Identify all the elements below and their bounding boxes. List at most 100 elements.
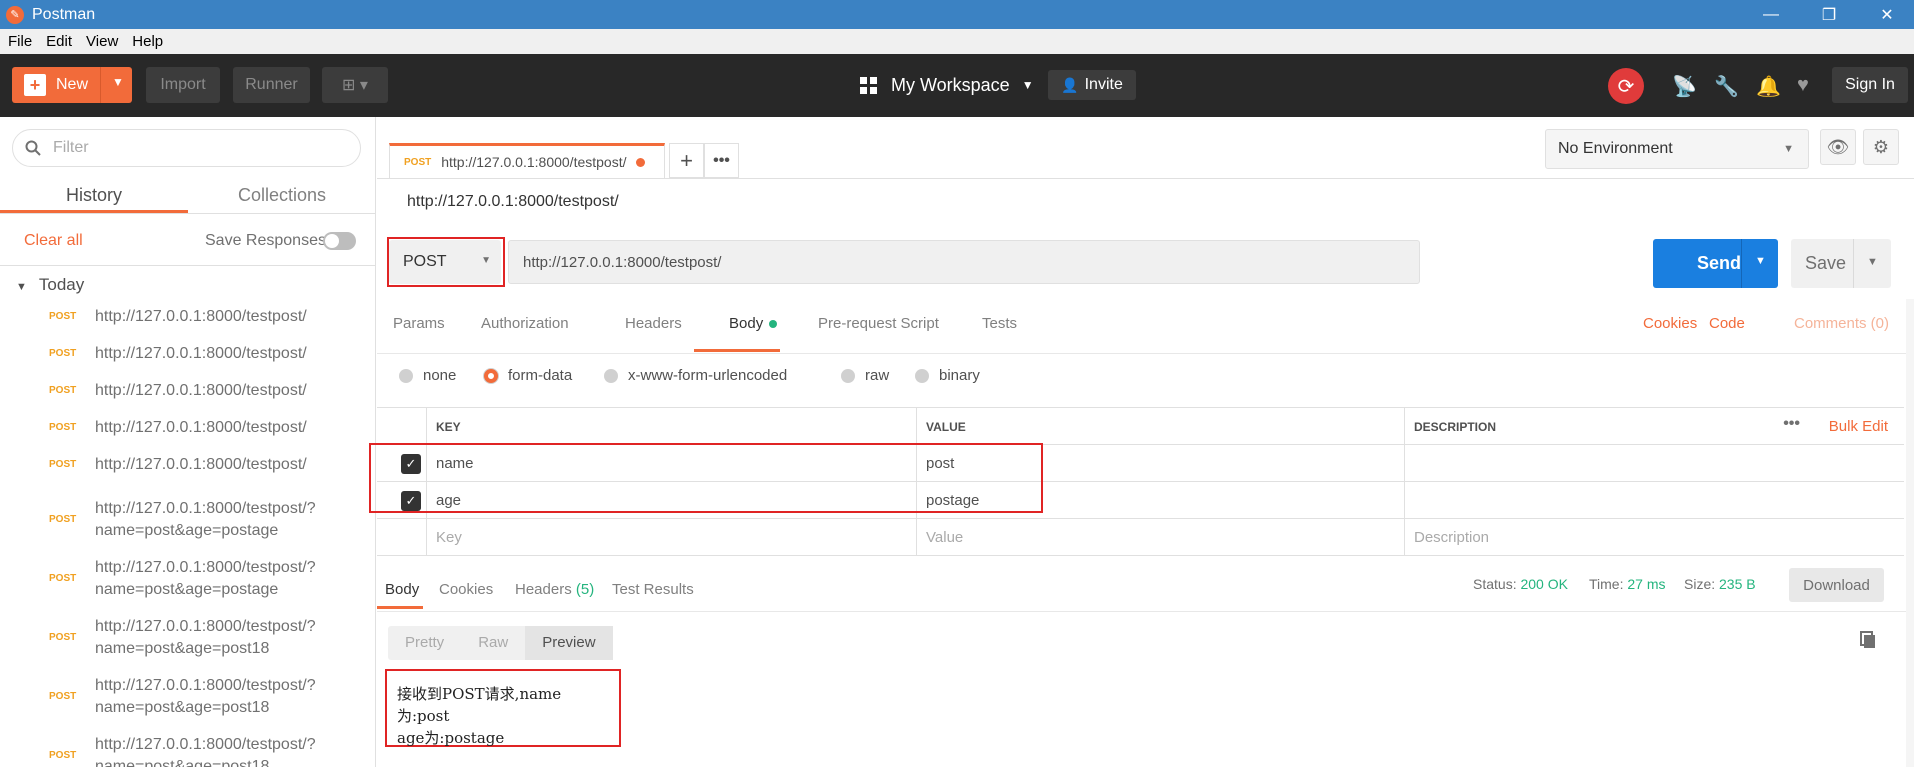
view-preview-button[interactable]: Preview	[525, 626, 613, 660]
response-text-line2: age为:postage	[397, 729, 505, 747]
cookies-link[interactable]: Cookies	[1643, 315, 1697, 332]
window-titlebar: ✎ Postman — ❐ ✕	[0, 0, 1914, 29]
new-button[interactable]: + New ▼	[12, 67, 132, 103]
active-dot-icon	[769, 320, 778, 329]
tab-response-body[interactable]: Body	[385, 581, 419, 598]
download-button[interactable]: Download	[1789, 568, 1884, 602]
postman-logo-icon: ✎	[6, 5, 24, 24]
wrench-icon[interactable]: 🔧	[1714, 74, 1739, 99]
request-title: http://127.0.0.1:8000/testpost/	[407, 193, 619, 210]
workspace-selector[interactable]: My Workspace ▼	[860, 67, 1034, 103]
table-row-new: Key Value Description	[377, 519, 1904, 556]
menu-help[interactable]: Help	[132, 33, 163, 50]
radio-x-www-form-urlencoded[interactable]: x-www-form-urlencoded	[604, 367, 787, 384]
menu-edit[interactable]: Edit	[46, 33, 72, 50]
invite-button[interactable]: 👤 Invite	[1048, 70, 1136, 100]
signin-button[interactable]: Sign In	[1832, 67, 1908, 103]
tab-tests[interactable]: Tests	[982, 315, 1017, 332]
tab-pre-request-script[interactable]: Pre-request Script	[818, 315, 939, 332]
radio-form-data[interactable]: form-data	[484, 367, 572, 384]
highlight-box-params	[369, 443, 1043, 513]
filter-input[interactable]: Filter	[12, 129, 361, 167]
bell-icon[interactable]: 🔔	[1756, 74, 1781, 99]
new-value-input[interactable]: Value	[916, 519, 1404, 556]
more-options-icon[interactable]: •••	[1783, 415, 1800, 433]
runner-button[interactable]: Runner	[233, 67, 310, 103]
chevron-down-icon: ▼	[1021, 78, 1034, 92]
tab-body[interactable]: Body	[729, 315, 778, 332]
tab-response-cookies[interactable]: Cookies	[439, 581, 493, 598]
tab-collections[interactable]: Collections	[188, 177, 375, 213]
params-table: KEY VALUE DESCRIPTION ••• Bulk Edit ✓ na…	[377, 407, 1904, 556]
add-tab-button[interactable]: +	[669, 143, 704, 178]
save-button[interactable]: Save ▼	[1791, 239, 1891, 288]
window-title: Postman	[32, 5, 96, 23]
add-user-icon: 👤	[1061, 76, 1079, 93]
copy-icon[interactable]	[1860, 631, 1876, 649]
tab-history[interactable]: History	[0, 177, 188, 213]
bulk-edit-link[interactable]: Bulk Edit	[1829, 418, 1888, 435]
menu-bar: File Edit View Help	[0, 29, 1914, 54]
view-raw-button[interactable]: Raw	[461, 626, 525, 660]
caret-down-icon: ▼	[16, 281, 27, 293]
radio-none[interactable]: none	[399, 367, 456, 384]
tab-response-headers[interactable]: Headers (5)	[515, 581, 594, 598]
new-window-button[interactable]: ⊞ ▾	[322, 67, 388, 103]
tab-test-results[interactable]: Test Results	[612, 581, 694, 598]
clear-all-link[interactable]: Clear all	[24, 232, 83, 250]
response-time: Time: 27 ms	[1589, 576, 1666, 592]
plus-icon: +	[24, 74, 46, 96]
new-key-input[interactable]: Key	[426, 519, 916, 556]
chevron-down-icon[interactable]: ▼	[112, 75, 124, 89]
environment-select[interactable]: No Environment ▼	[1545, 129, 1809, 169]
chevron-down-icon[interactable]: ▼	[1755, 255, 1766, 267]
view-mode-buttons: Pretty Raw Preview	[388, 626, 613, 660]
unsaved-dot-icon	[636, 157, 646, 167]
url-input[interactable]: http://127.0.0.1:8000/testpost/	[508, 240, 1420, 284]
satellite-icon[interactable]: 📡	[1672, 74, 1697, 99]
send-button[interactable]: Send ▼	[1653, 239, 1778, 288]
column-header-key: KEY	[426, 408, 916, 445]
main-panel: POST http://127.0.0.1:8000/testpost/ + •…	[369, 117, 1914, 767]
param-description[interactable]	[1404, 482, 1904, 519]
search-icon	[25, 140, 41, 156]
menu-view[interactable]: View	[86, 33, 118, 50]
minimize-icon[interactable]: —	[1748, 0, 1794, 29]
view-pretty-button[interactable]: Pretty	[388, 626, 461, 660]
close-icon[interactable]: ✕	[1864, 0, 1910, 29]
tab-authorization[interactable]: Authorization	[481, 315, 569, 332]
tab-params[interactable]: Params	[393, 315, 445, 332]
sidebar-tabs: History Collections	[0, 177, 375, 213]
code-link[interactable]: Code	[1709, 315, 1745, 332]
save-responses-label: Save Responses	[205, 232, 326, 249]
scrollbar[interactable]	[1906, 299, 1914, 767]
save-responses-toggle[interactable]	[323, 232, 356, 250]
history-group-today[interactable]: ▼ Today	[16, 275, 84, 295]
gear-icon[interactable]: ⚙	[1863, 129, 1899, 165]
response-size: Size: 235 B	[1684, 576, 1756, 592]
response-text-line1: 接收到POST请求,name为:post	[397, 685, 562, 725]
tab-headers[interactable]: Headers	[625, 315, 682, 332]
radio-binary[interactable]: binary	[915, 367, 980, 384]
workspace-grid-icon	[860, 76, 877, 94]
maximize-icon[interactable]: ❐	[1806, 0, 1852, 29]
highlight-box-method	[387, 237, 505, 287]
chevron-down-icon[interactable]: ▼	[1867, 256, 1878, 268]
eye-icon[interactable]: 👁	[1820, 129, 1856, 165]
menu-file[interactable]: File	[8, 33, 32, 50]
import-button[interactable]: Import	[146, 67, 220, 103]
new-description-input[interactable]: Description	[1404, 519, 1904, 556]
table-header-row: KEY VALUE DESCRIPTION ••• Bulk Edit	[377, 408, 1904, 445]
comments-link[interactable]: Comments (0)	[1794, 315, 1889, 332]
caret-down-icon: ▼	[1783, 143, 1794, 155]
radio-raw[interactable]: raw	[841, 367, 889, 384]
more-tabs-button[interactable]: •••	[704, 143, 739, 178]
response-status: Status: 200 OK	[1473, 576, 1568, 592]
sidebar: Filter History Collections Clear all Sav…	[0, 117, 376, 767]
request-tab[interactable]: POST http://127.0.0.1:8000/testpost/	[389, 143, 665, 178]
param-description[interactable]	[1404, 445, 1904, 482]
response-preview: 接收到POST请求,name为:post age为:postage	[385, 669, 621, 747]
column-header-value: VALUE	[916, 408, 1404, 445]
heart-icon[interactable]: ♥	[1797, 74, 1809, 97]
sync-icon[interactable]: ⟳	[1608, 68, 1644, 104]
